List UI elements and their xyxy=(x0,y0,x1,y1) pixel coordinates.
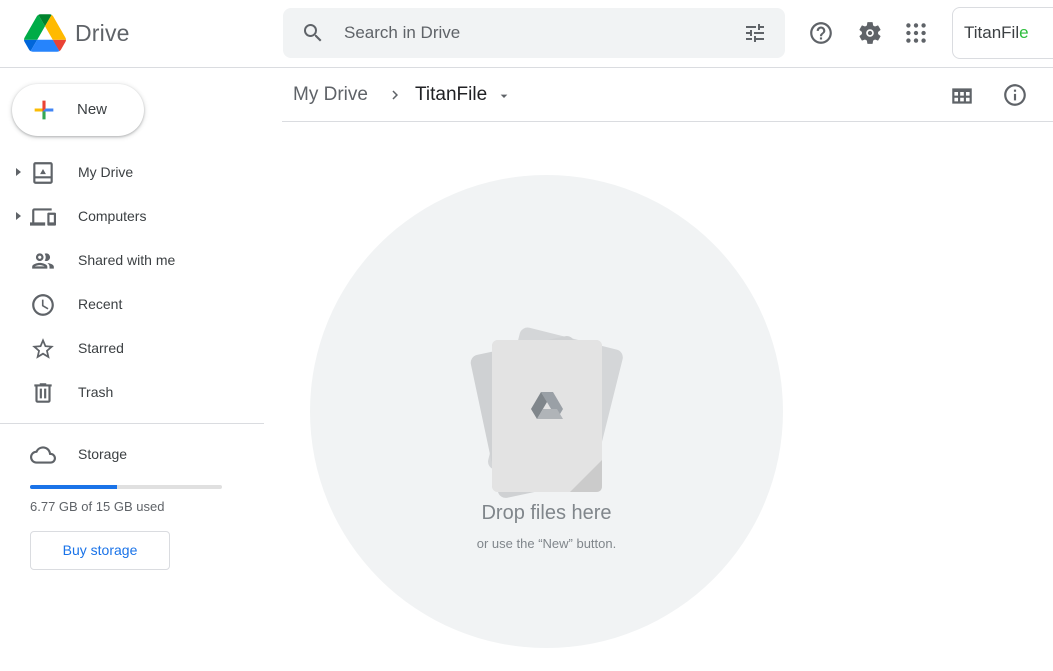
plus-icon xyxy=(34,100,54,120)
computers-icon xyxy=(30,208,56,226)
storage-usage-fill xyxy=(30,485,117,489)
gear-icon[interactable] xyxy=(857,20,883,46)
star-icon xyxy=(32,338,54,359)
product-name: Drive xyxy=(75,20,130,46)
sidebar-item-storage[interactable]: Storage xyxy=(0,436,264,472)
expand-arrow-icon[interactable] xyxy=(12,210,24,222)
drop-files-subtitle: or use the “New” button. xyxy=(476,536,617,551)
shared-icon xyxy=(32,253,54,269)
chevron-down-icon[interactable] xyxy=(496,88,512,104)
my-drive-icon xyxy=(33,162,53,184)
search-bar[interactable]: Search in Drive xyxy=(283,8,785,58)
breadcrumb-current-folder[interactable]: TitanFile xyxy=(415,84,487,106)
sidebar-item-recent[interactable]: Recent xyxy=(0,286,264,322)
help-icon[interactable] xyxy=(808,20,834,46)
sidebar-item-trash[interactable]: Trash xyxy=(0,374,264,410)
drop-files-title: Drop files here xyxy=(481,502,612,524)
search-input[interactable]: Search in Drive xyxy=(344,23,460,43)
trash-icon xyxy=(34,383,52,403)
storage-usage-bar xyxy=(30,485,222,489)
buy-storage-button[interactable]: Buy storage xyxy=(30,531,170,570)
clock-icon xyxy=(32,294,54,316)
new-button[interactable]: New xyxy=(12,84,144,136)
sidebar-item-starred[interactable]: Starred xyxy=(0,330,264,366)
breadcrumb-my-drive[interactable]: My Drive xyxy=(293,84,368,106)
chevron-right-icon xyxy=(392,90,398,100)
sidebar-item-computers[interactable]: Computers xyxy=(0,198,264,234)
search-options-icon[interactable] xyxy=(743,21,767,45)
search-icon[interactable] xyxy=(301,21,325,45)
account-brand[interactable]: TitanFile xyxy=(952,7,1053,59)
sidebar-item-my-drive[interactable]: My Drive xyxy=(0,154,264,190)
drop-files-illustration xyxy=(470,327,623,498)
sidebar-divider xyxy=(0,423,264,424)
info-icon[interactable] xyxy=(1002,82,1028,108)
expand-arrow-icon[interactable] xyxy=(12,166,24,178)
brand-logo-text: TitanFile xyxy=(964,23,1029,42)
storage-usage-text: 6.77 GB of 15 GB used xyxy=(30,499,165,514)
cloud-icon xyxy=(30,446,56,464)
drive-logo-icon[interactable] xyxy=(24,14,66,52)
main-divider xyxy=(282,121,1053,122)
grid-view-icon[interactable] xyxy=(949,83,975,109)
apps-grid-icon[interactable] xyxy=(903,20,929,46)
sidebar-item-shared-with-me[interactable]: Shared with me xyxy=(0,242,264,278)
top-bar: Drive Search in Drive TitanFile xyxy=(0,0,1053,68)
